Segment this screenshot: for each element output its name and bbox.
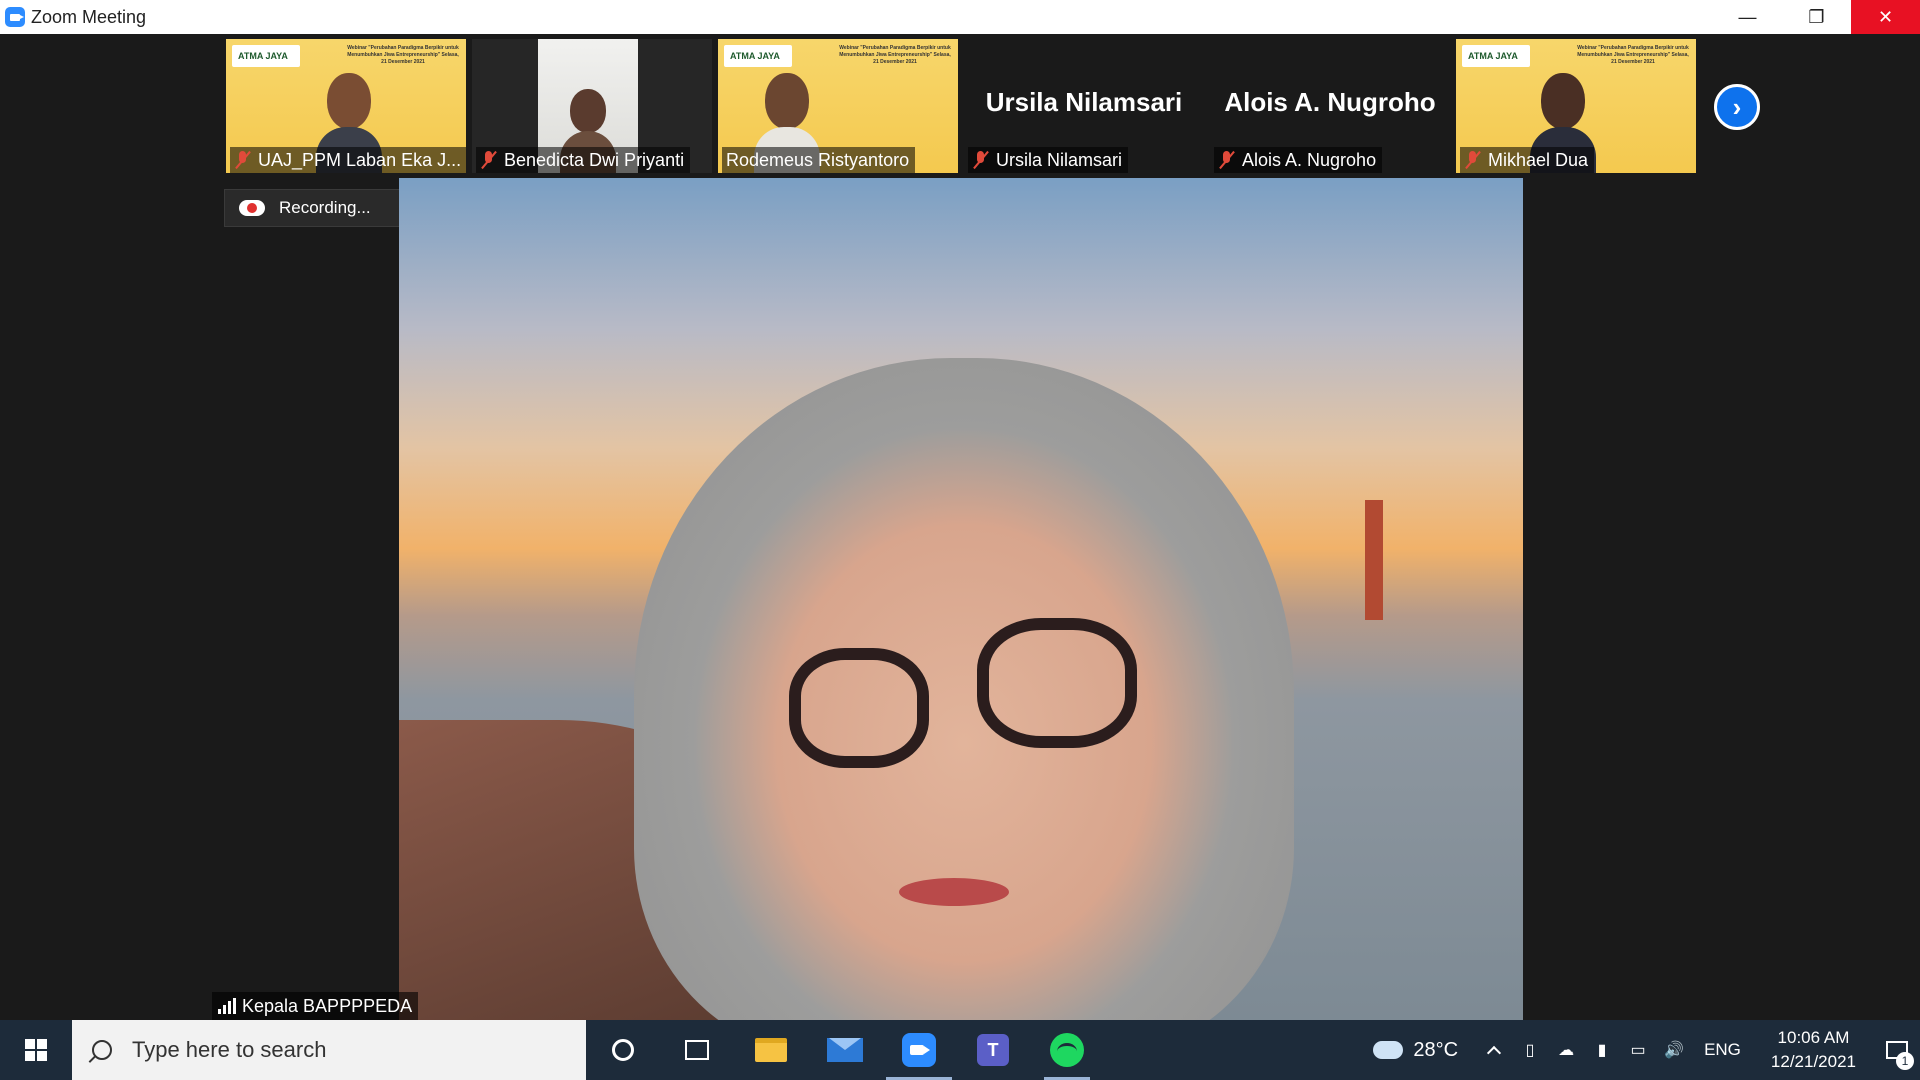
participant-name-tag: Ursila Nilamsari — [968, 147, 1129, 173]
notification-center-button[interactable]: 1 — [1874, 1020, 1920, 1080]
mail-button[interactable] — [808, 1020, 882, 1080]
minimize-button[interactable]: — — [1713, 0, 1782, 34]
active-speaker-name: Kepala BAPPPPEDA — [242, 995, 413, 1016]
restore-button[interactable]: ❐ — [1782, 0, 1851, 34]
cortana-button[interactable] — [586, 1020, 660, 1080]
start-button[interactable] — [0, 1020, 72, 1080]
participant-name-tag: Alois A. Nugroho — [1214, 147, 1383, 173]
mic-muted-icon — [1218, 150, 1236, 170]
meeting-area: ATMA JAYA Webinar "Perubahan Paradigma B… — [0, 34, 1920, 1020]
mic-muted-icon — [972, 150, 990, 170]
speaker-glasses-left — [789, 648, 929, 768]
participant-name: Ursila Nilamsari — [996, 149, 1123, 170]
window-title: Zoom Meeting — [31, 6, 147, 27]
participant-name: UAJ_PPM Laban Eka J... — [258, 149, 462, 170]
clock-time: 10:06 AM — [1777, 1028, 1850, 1047]
cloud-recording-icon — [239, 200, 265, 216]
clock[interactable]: 10:06 AM 12/21/2021 — [1753, 1026, 1874, 1074]
cortana-icon — [612, 1039, 634, 1061]
webinar-banner-text: Webinar "Perubahan Paradigma Berpikir un… — [1577, 45, 1689, 65]
participant-tile[interactable]: ATMA JAYA Webinar "Perubahan Paradigma B… — [718, 39, 958, 173]
close-button[interactable]: ✕ — [1851, 0, 1920, 34]
windows-logo-icon — [25, 1039, 47, 1061]
weather-widget[interactable]: 28°C — [1373, 1035, 1459, 1062]
participant-tile[interactable]: Alois A. Nugroho Alois A. Nugroho — [1210, 39, 1450, 173]
participant-name: Benedicta Dwi Priyanti — [504, 149, 685, 170]
teams-button[interactable]: T — [956, 1020, 1030, 1080]
show-hidden-icons-button[interactable] — [1476, 1020, 1512, 1080]
clock-date: 12/21/2021 — [1770, 1052, 1856, 1071]
onedrive-cloud-icon[interactable]: ☁ — [1548, 1020, 1584, 1080]
mic-muted-icon — [1464, 150, 1482, 170]
chevron-up-icon — [1486, 1045, 1502, 1061]
recording-indicator[interactable]: Recording... — [224, 189, 406, 227]
participant-name: Mikhael Dua — [1488, 149, 1589, 170]
participant-tile[interactable]: Ursila Nilamsari Ursila Nilamsari — [964, 39, 1204, 173]
device-icon[interactable]: ▯ — [1512, 1020, 1548, 1080]
weather-cloud-icon — [1373, 1035, 1404, 1059]
search-icon — [92, 1040, 112, 1060]
system-tray: 28°C ▯ ☁ ▮ ▭ 🔊 ENG 10:06 AM 12/21/2021 1 — [1373, 1020, 1920, 1080]
microphone-icon[interactable]: ▮ — [1584, 1020, 1620, 1080]
active-speaker-name-tag: Kepala BAPPPPEDA — [212, 992, 419, 1020]
taskbar: Type here to search T 28°C ▯ ☁ ▮ ▭ 🔊 ENG… — [0, 1020, 1920, 1080]
webinar-banner-text: Webinar "Perubahan Paradigma Berpikir un… — [839, 45, 951, 65]
atma-jaya-logo: ATMA JAYA — [1462, 45, 1530, 67]
zoom-app-icon — [5, 7, 25, 27]
weather-temperature: 28°C — [1413, 1038, 1459, 1061]
participant-name-tag: Rodemeus Ristyantoro — [722, 147, 916, 173]
next-page-arrow-button[interactable]: › — [1714, 84, 1760, 130]
speaker-glasses-right — [977, 618, 1137, 748]
task-view-icon — [685, 1040, 709, 1060]
teams-icon: T — [977, 1034, 1009, 1066]
volume-icon[interactable]: 🔊 — [1656, 1020, 1692, 1080]
participant-name-tag: UAJ_PPM Laban Eka J... — [230, 147, 466, 173]
zoom-icon — [902, 1033, 936, 1067]
mail-icon — [827, 1038, 863, 1062]
atma-jaya-logo: ATMA JAYA — [724, 45, 792, 67]
participant-display-name: Ursila Nilamsari — [985, 87, 1183, 117]
active-speaker-video — [399, 178, 1523, 1020]
webinar-banner-text: Webinar "Perubahan Paradigma Berpikir un… — [347, 45, 459, 65]
recording-label: Recording... — [279, 198, 371, 217]
speaker-lips — [899, 878, 1009, 906]
input-language[interactable]: ENG — [1692, 1040, 1753, 1060]
folder-icon — [755, 1038, 787, 1062]
zoom-taskbar-button[interactable] — [882, 1020, 956, 1080]
notification-count: 1 — [1896, 1052, 1914, 1070]
participant-name-tag: Mikhael Dua — [1460, 147, 1595, 173]
mic-muted-icon — [480, 150, 498, 170]
participant-name: Alois A. Nugroho — [1242, 149, 1377, 170]
participant-tile[interactable]: Benedicta Dwi Priyanti — [472, 39, 712, 173]
spotify-button[interactable] — [1030, 1020, 1104, 1080]
participant-name: Rodemeus Ristyantoro — [726, 149, 910, 170]
search-placeholder: Type here to search — [132, 1037, 327, 1062]
mic-muted-icon — [234, 150, 252, 170]
participant-tile[interactable]: ATMA JAYA Webinar "Perubahan Paradigma B… — [226, 39, 466, 173]
file-explorer-button[interactable] — [734, 1020, 808, 1080]
atma-jaya-logo: ATMA JAYA — [232, 45, 300, 67]
signal-strength-icon — [218, 998, 236, 1014]
task-view-button[interactable] — [660, 1020, 734, 1080]
virtual-background-bridge-tower — [1365, 500, 1383, 620]
window-controls: — ❐ ✕ — [1713, 0, 1920, 34]
title-bar: Zoom Meeting — ❐ ✕ — [0, 0, 1920, 34]
participant-tile[interactable]: ATMA JAYA Webinar "Perubahan Paradigma B… — [1456, 39, 1696, 173]
battery-icon[interactable]: ▭ — [1620, 1020, 1656, 1080]
participant-display-name: Alois A. Nugroho — [1224, 87, 1436, 117]
gallery-strip: ATMA JAYA Webinar "Perubahan Paradigma B… — [226, 39, 1696, 173]
participant-name-tag: Benedicta Dwi Priyanti — [476, 147, 691, 173]
spotify-icon — [1050, 1033, 1084, 1067]
speaker-figure — [634, 358, 1294, 1020]
taskbar-search-box[interactable]: Type here to search — [72, 1020, 586, 1080]
